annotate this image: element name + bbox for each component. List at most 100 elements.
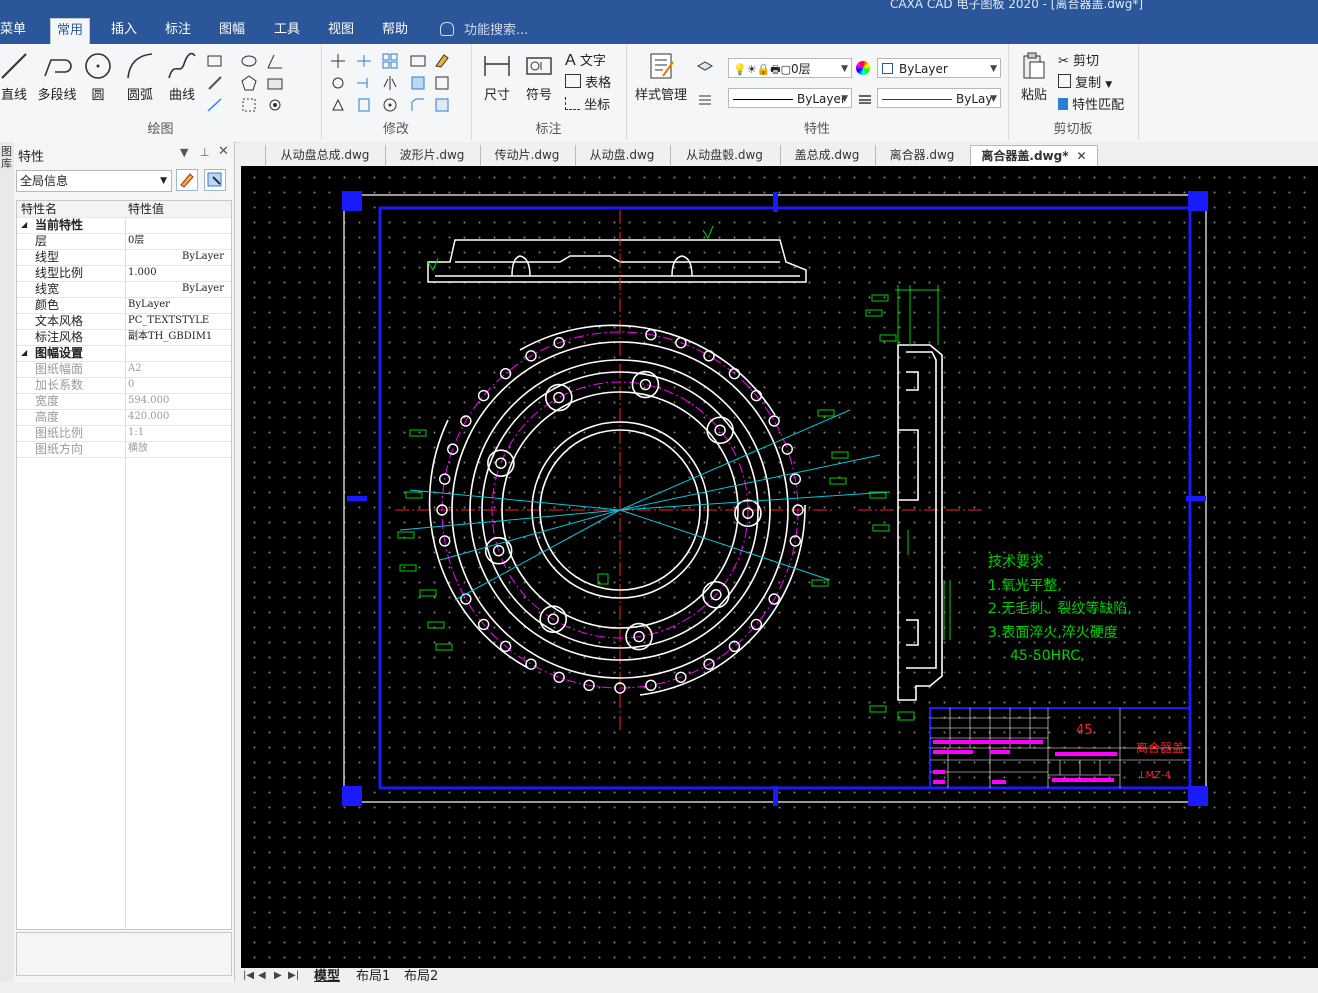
text-tool[interactable]: A 文字: [565, 50, 606, 70]
last-tab-icon[interactable]: ▶|: [288, 970, 299, 981]
break-icon[interactable]: [433, 96, 451, 114]
collapse-icon[interactable]: ◢: [21, 217, 27, 233]
select-objects-button[interactable]: [204, 169, 226, 191]
tab-view[interactable]: 视图: [322, 18, 360, 44]
property-row[interactable]: 宽度 594.000: [17, 393, 231, 410]
property-value[interactable]: 横放: [128, 441, 230, 457]
extend-icon[interactable]: [355, 74, 373, 92]
hatch-line-icon[interactable]: [206, 74, 224, 92]
property-row[interactable]: 线型比例 1.000: [17, 265, 231, 282]
style-manager-button[interactable]: 样式管理: [632, 50, 690, 103]
move-icon[interactable]: [329, 52, 347, 70]
trim-icon[interactable]: [355, 52, 373, 70]
scale-icon[interactable]: [409, 74, 427, 92]
polyline-button[interactable]: 多段线: [36, 50, 78, 103]
tab-insert[interactable]: 插入: [105, 18, 143, 44]
copy-object-icon[interactable]: [329, 74, 347, 92]
rotate-icon[interactable]: [329, 96, 347, 114]
layer-manager-icon[interactable]: [696, 58, 714, 76]
polygon-icon[interactable]: [240, 74, 258, 92]
tab-common[interactable]: 常用: [50, 18, 91, 45]
lineweight-icon[interactable]: [856, 90, 874, 108]
property-value[interactable]: 特性值: [128, 201, 230, 217]
cut-button[interactable]: ✂ 剪切: [1058, 50, 1099, 69]
copy-button[interactable]: 复制 ▼: [1058, 72, 1112, 91]
array-icon[interactable]: [381, 52, 399, 70]
layer-select[interactable]: 💡☀🔒🖶▢0层 ▼: [728, 58, 852, 78]
tab-help[interactable]: 帮助: [376, 18, 414, 44]
ellipse-icon[interactable]: [240, 52, 258, 70]
tab-menu[interactable]: 菜单: [0, 18, 32, 44]
doc-tab-5[interactable]: 盖总成.dwg: [780, 145, 873, 166]
property-value[interactable]: ByLayer: [128, 297, 230, 313]
doc-tab-1[interactable]: 波形片.dwg: [385, 145, 478, 166]
color-select[interactable]: ByLayer ▼: [877, 58, 1001, 78]
doc-tab-7[interactable]: 离合器盖.dwg* ✕: [970, 145, 1098, 167]
stretch-icon[interactable]: [409, 52, 427, 70]
block-icon[interactable]: [266, 74, 284, 92]
circle-button[interactable]: 圆: [78, 50, 118, 103]
property-value[interactable]: ByLayer: [128, 249, 230, 265]
property-value[interactable]: ByLayer: [128, 281, 230, 297]
lineweight-select[interactable]: ByLay ▼: [877, 88, 1001, 108]
rectangle-icon[interactable]: [206, 52, 224, 70]
property-row[interactable]: 线型 ByLayer: [17, 249, 231, 266]
erase-icon[interactable]: [433, 52, 451, 70]
library-side-strip[interactable]: 图库: [0, 142, 15, 982]
doc-tab-0[interactable]: 从动盘总成.dwg: [265, 145, 384, 166]
centerline-icon[interactable]: [206, 96, 224, 114]
offset-icon[interactable]: [355, 96, 373, 114]
tab-layout-1[interactable]: 布局1: [356, 968, 390, 988]
panel-menu-icon[interactable]: ▼: [180, 146, 188, 159]
property-value[interactable]: 594.000: [128, 393, 230, 409]
drawing-canvas[interactable]: 技术要求 1.氧光平整, 2.无毛刺、裂纹等缺陷, 3.表面淬火,淬火硬度 45…: [241, 166, 1318, 968]
linetype-select[interactable]: ByLayer ▼: [728, 88, 852, 108]
tab-model[interactable]: 模型: [314, 968, 340, 988]
property-row[interactable]: 文本风格 PC_TEXTSTYLE: [17, 313, 231, 330]
collapse-icon[interactable]: ◢: [21, 345, 27, 361]
mirror-icon[interactable]: [381, 74, 399, 92]
doc-tab-2[interactable]: 传动片.dwg: [480, 145, 573, 166]
property-row[interactable]: 标注风格 副本TH_GBDIM1: [17, 329, 231, 346]
property-value[interactable]: 1:1: [128, 425, 230, 441]
first-tab-icon[interactable]: |◀: [243, 970, 254, 981]
tab-annotate[interactable]: 标注: [159, 18, 197, 44]
property-value[interactable]: 0: [128, 377, 230, 393]
close-tab-icon[interactable]: ✕: [1077, 149, 1087, 163]
doc-tab-6[interactable]: 离合器.dwg: [875, 145, 968, 166]
property-value[interactable]: A2: [128, 361, 230, 377]
close-icon[interactable]: ✕: [218, 144, 229, 159]
property-row[interactable]: 高度 420.000: [17, 409, 231, 426]
tab-tools[interactable]: 工具: [268, 18, 306, 44]
object-selector[interactable]: 全局信息 ▼: [16, 170, 172, 192]
symbol-button[interactable]: 符号: [519, 50, 559, 103]
property-row[interactable]: 层 0层: [17, 233, 231, 250]
property-value[interactable]: 420.000: [128, 409, 230, 425]
color-wheel-icon[interactable]: [856, 61, 870, 75]
coordinate-tool[interactable]: 坐标: [565, 94, 610, 113]
doc-tab-4[interactable]: 从动盘毂.dwg: [670, 145, 778, 166]
chamfer-icon[interactable]: [409, 96, 427, 114]
curve-button[interactable]: 曲线: [162, 50, 202, 103]
property-value[interactable]: 0层: [128, 233, 230, 249]
property-row[interactable]: 加长系数 0: [17, 377, 231, 394]
property-row[interactable]: 图纸幅面 A2: [17, 361, 231, 378]
prev-tab-icon[interactable]: ◀: [258, 970, 266, 981]
dimension-button[interactable]: 尺寸: [477, 50, 517, 103]
angle-line-icon[interactable]: [266, 52, 284, 70]
function-search[interactable]: 功能搜索...: [440, 20, 528, 42]
match-properties-button[interactable]: 特性匹配: [1058, 94, 1124, 113]
tab-sheet[interactable]: 图幅: [213, 18, 251, 44]
line-button[interactable]: 直线: [0, 50, 34, 103]
gear-shape-icon[interactable]: [266, 96, 284, 114]
pin-icon[interactable]: ⊥: [200, 146, 210, 159]
property-row[interactable]: 图纸方向 横放: [17, 441, 231, 458]
property-row[interactable]: 线宽 ByLayer: [17, 281, 231, 298]
property-value[interactable]: PC_TEXTSTYLE: [128, 313, 230, 329]
doc-tab-3[interactable]: 从动盘.dwg: [575, 145, 668, 166]
linestyle-icon[interactable]: [696, 90, 714, 108]
arc-button[interactable]: 圆弧: [120, 50, 160, 103]
property-value[interactable]: 1.000: [128, 265, 230, 281]
next-tab-icon[interactable]: ▶: [274, 970, 282, 981]
property-value[interactable]: 副本TH_GBDIM1: [128, 329, 230, 345]
